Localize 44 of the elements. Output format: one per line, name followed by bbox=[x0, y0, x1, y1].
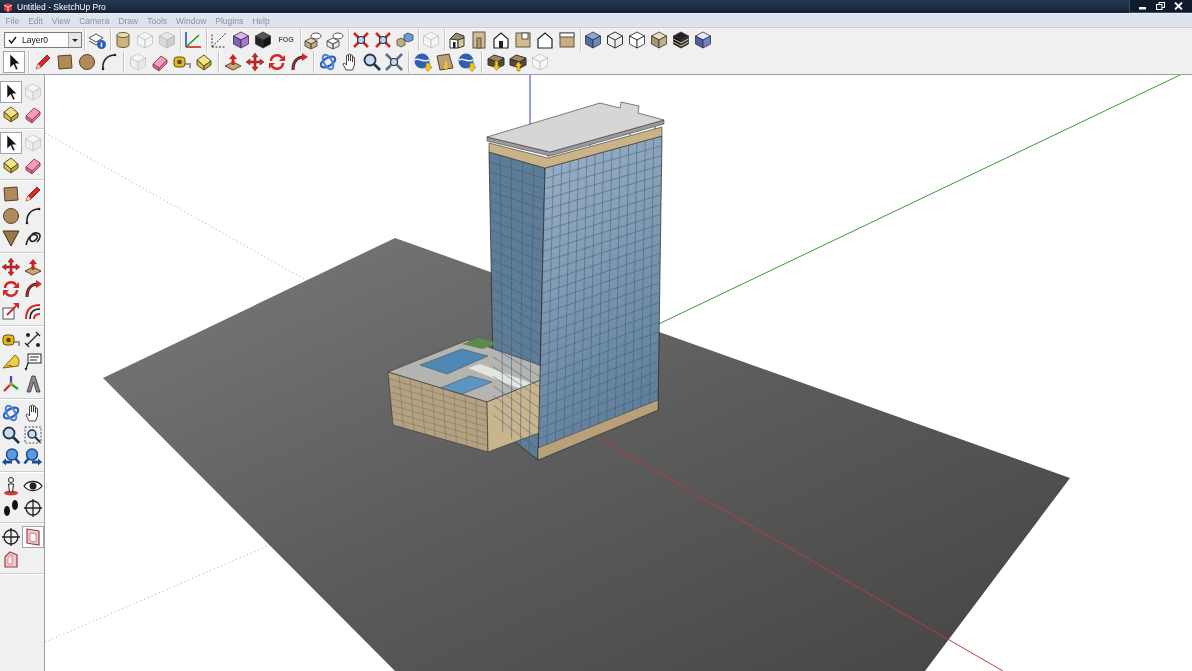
move-arrows-icon[interactable] bbox=[0, 256, 22, 278]
terrain-icon[interactable] bbox=[434, 51, 456, 73]
menu-item[interactable]: Plugins bbox=[210, 14, 248, 27]
zoom-window-icon[interactable] bbox=[22, 424, 44, 446]
app-icon bbox=[3, 1, 13, 12]
move-arrows-icon[interactable] bbox=[244, 51, 266, 73]
menu-item[interactable]: Window bbox=[171, 14, 211, 27]
previous-view-icon[interactable] bbox=[0, 446, 22, 468]
circle-icon[interactable] bbox=[0, 205, 22, 227]
menu-item[interactable]: File bbox=[1, 14, 24, 27]
pointer-icon[interactable] bbox=[0, 81, 22, 103]
menu-item[interactable]: Edit bbox=[23, 14, 48, 27]
orbit-icon[interactable] bbox=[317, 51, 339, 73]
window-title: Untitled - SketchUp Pro bbox=[17, 0, 106, 13]
pointer-icon[interactable] bbox=[3, 51, 25, 73]
scale-icon[interactable] bbox=[0, 300, 22, 322]
globe-icon[interactable] bbox=[412, 51, 434, 73]
section-plane-icon[interactable] bbox=[22, 526, 44, 548]
menu-item[interactable]: Draw bbox=[113, 14, 143, 27]
crosshair-icon[interactable] bbox=[0, 526, 22, 548]
rotate-arrows-icon[interactable] bbox=[0, 278, 22, 300]
menu-item[interactable]: Camera bbox=[74, 14, 114, 27]
orbit-icon[interactable] bbox=[0, 402, 22, 424]
restore-icon[interactable] bbox=[1156, 2, 1165, 10]
circle-icon[interactable] bbox=[76, 51, 98, 73]
crosshair-icon[interactable] bbox=[22, 497, 44, 519]
next-view-icon[interactable] bbox=[22, 446, 44, 468]
menu-item[interactable]: View bbox=[47, 14, 75, 27]
menu-item[interactable]: Tools bbox=[142, 14, 172, 27]
menu-item[interactable]: Help bbox=[247, 14, 275, 27]
pointer-icon[interactable] bbox=[0, 132, 22, 154]
text-label-icon[interactable] bbox=[22, 351, 44, 373]
rotate-arrows-icon[interactable] bbox=[266, 51, 288, 73]
triangle-icon[interactable] bbox=[0, 227, 22, 249]
close-icon[interactable] bbox=[1174, 2, 1183, 10]
globe-icon[interactable] bbox=[456, 51, 478, 73]
boxes-arrow-icon[interactable] bbox=[507, 51, 529, 73]
caret-icon[interactable] bbox=[68, 32, 81, 47]
boxes-arrow-icon[interactable] bbox=[485, 51, 507, 73]
zoom-icon[interactable] bbox=[0, 424, 22, 446]
check-icon bbox=[8, 35, 17, 44]
magnifier-cross-icon[interactable] bbox=[383, 51, 405, 73]
zoom-icon[interactable] bbox=[361, 51, 383, 73]
layer-dropdown[interactable]: Layer0 bbox=[4, 31, 82, 48]
